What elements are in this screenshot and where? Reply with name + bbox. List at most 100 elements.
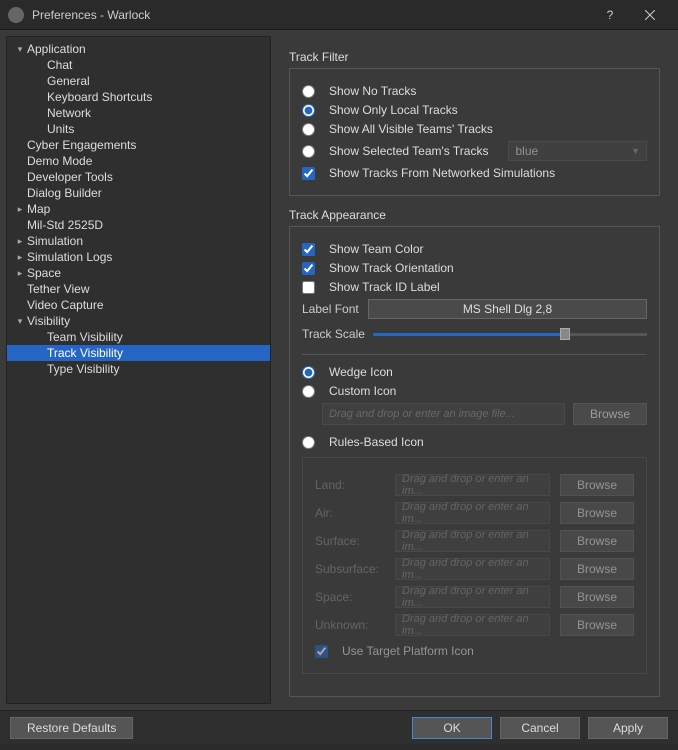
tree-spacer	[13, 298, 27, 312]
tree-item-cyber-engagements[interactable]: Cyber Engagements	[7, 137, 270, 153]
icon-category-row: Space: Drag and drop or enter an im... Bro…	[315, 586, 634, 608]
checkbox-track-orientation[interactable]	[302, 262, 315, 275]
cancel-button[interactable]: Cancel	[500, 717, 580, 739]
track-filter-group: Show No Tracks Show Only Local Tracks Sh…	[289, 68, 660, 196]
category-browse-button[interactable]: Browse	[560, 586, 634, 608]
category-browse-button[interactable]: Browse	[560, 530, 634, 552]
tree-item-map[interactable]: ▸Map	[7, 201, 270, 217]
radio-rules-based-icon[interactable]	[302, 436, 315, 449]
tree-spacer	[13, 138, 27, 152]
tree-spacer	[33, 90, 47, 104]
tree-item-space[interactable]: ▸Space	[7, 265, 270, 281]
team-select[interactable]: blue ▼	[508, 141, 647, 161]
tree-item-label: Mil-Std 2525D	[27, 218, 103, 232]
restore-defaults-button[interactable]: Restore Defaults	[10, 717, 133, 739]
label-custom-icon: Custom Icon	[329, 384, 396, 398]
tree-item-label: Chat	[47, 58, 72, 72]
tree-item-chat[interactable]: Chat	[7, 57, 270, 73]
tree-spacer	[33, 346, 47, 360]
checkbox-track-id-label[interactable]	[302, 281, 315, 294]
category-path-input[interactable]: Drag and drop or enter an im...	[395, 502, 550, 524]
apply-button[interactable]: Apply	[588, 717, 668, 739]
tree-item-label: Type Visibility	[47, 362, 119, 376]
label-wedge-icon: Wedge Icon	[329, 365, 393, 379]
tree-item-track-visibility[interactable]: Track Visibility	[7, 345, 270, 361]
category-label: Land:	[315, 478, 385, 492]
chevron-right-icon[interactable]: ▸	[13, 234, 27, 248]
tree-item-type-visibility[interactable]: Type Visibility	[7, 361, 270, 377]
tree-item-label: Simulation	[27, 234, 83, 248]
tree-spacer	[33, 330, 47, 344]
tree-item-visibility[interactable]: ▾Visibility	[7, 313, 270, 329]
track-scale-slider[interactable]	[373, 324, 647, 344]
chevron-right-icon[interactable]: ▸	[13, 266, 27, 280]
tree-item-video-capture[interactable]: Video Capture	[7, 297, 270, 313]
icon-category-row: Unknown:Drag and drop or enter an im...B…	[315, 614, 634, 636]
chevron-right-icon[interactable]: ▸	[13, 250, 27, 264]
tree-item-label: General	[47, 74, 90, 88]
custom-icon-browse-button[interactable]: Browse	[573, 403, 647, 425]
tree-item-mil-std-2525d[interactable]: Mil-Std 2525D	[7, 217, 270, 233]
category-path-input[interactable]: Drag and drop or enter an im...	[395, 474, 550, 496]
tree-spacer	[33, 106, 47, 120]
category-browse-button[interactable]: Browse	[560, 502, 634, 524]
checkbox-team-color[interactable]	[302, 243, 315, 256]
tree-item-tether-view[interactable]: Tether View	[7, 281, 270, 297]
help-button[interactable]: ?	[590, 0, 630, 30]
radio-show-selected-team[interactable]	[302, 145, 315, 158]
label-networked-sim: Show Tracks From Networked Simulations	[329, 166, 555, 180]
tree-item-simulation[interactable]: ▸Simulation	[7, 233, 270, 249]
radio-show-visible-teams[interactable]	[302, 123, 315, 136]
radio-custom-icon[interactable]	[302, 385, 315, 398]
category-path-input[interactable]: Drag and drop or enter an im...	[395, 586, 550, 608]
checkbox-target-platform-icon[interactable]	[315, 645, 328, 658]
label-rules-based-icon: Rules-Based Icon	[329, 435, 424, 449]
ok-button[interactable]: OK	[412, 717, 492, 739]
track-scale-label: Track Scale	[302, 327, 365, 341]
chevron-right-icon[interactable]: ▸	[13, 202, 27, 216]
tree-item-units[interactable]: Units	[7, 121, 270, 137]
category-browse-button[interactable]: Browse	[560, 558, 634, 580]
category-path-input[interactable]: Drag and drop or enter an im...	[395, 558, 550, 580]
radio-wedge-icon[interactable]	[302, 366, 315, 379]
tree-item-simulation-logs[interactable]: ▸Simulation Logs	[7, 249, 270, 265]
checkbox-networked-sim[interactable]	[302, 167, 315, 180]
label-show-no-tracks: Show No Tracks	[329, 84, 416, 98]
tree-spacer	[33, 58, 47, 72]
category-label: Air:	[315, 506, 385, 520]
tree-item-keyboard-shortcuts[interactable]: Keyboard Shortcuts	[7, 89, 270, 105]
slider-thumb[interactable]	[560, 328, 570, 340]
tree-item-network[interactable]: Network	[7, 105, 270, 121]
track-appearance-group: Show Team Color Show Track Orientation S…	[289, 226, 660, 697]
tree-spacer	[13, 186, 27, 200]
label-font-button[interactable]: MS Shell Dlg 2,8	[368, 299, 647, 319]
nav-tree[interactable]: ▾ApplicationChatGeneralKeyboard Shortcut…	[6, 36, 271, 704]
close-button[interactable]	[630, 0, 670, 30]
tree-item-demo-mode[interactable]: Demo Mode	[7, 153, 270, 169]
label-show-visible-teams: Show All Visible Teams' Tracks	[329, 122, 493, 136]
tree-item-developer-tools[interactable]: Developer Tools	[7, 169, 270, 185]
tree-spacer	[13, 154, 27, 168]
tree-item-label: Tether View	[27, 282, 89, 296]
icon-category-row: Subsurface:Drag and drop or enter an im.…	[315, 558, 634, 580]
tree-spacer	[13, 170, 27, 184]
category-path-input[interactable]: Drag and drop or enter an im...	[395, 530, 550, 552]
chevron-down-icon[interactable]: ▾	[13, 314, 27, 328]
tree-item-team-visibility[interactable]: Team Visibility	[7, 329, 270, 345]
custom-icon-path-input[interactable]: Drag and drop or enter an image file...	[322, 403, 565, 425]
tree-item-label: Demo Mode	[27, 154, 92, 168]
category-browse-button[interactable]: Browse	[560, 614, 634, 636]
chevron-down-icon[interactable]: ▾	[13, 42, 27, 56]
tree-item-label: Application	[27, 42, 86, 56]
radio-show-no-tracks[interactable]	[302, 85, 315, 98]
category-label: Space:	[315, 590, 385, 604]
category-browse-button[interactable]: Browse	[560, 474, 634, 496]
titlebar: Preferences - Warlock ?	[0, 0, 678, 30]
tree-item-general[interactable]: General	[7, 73, 270, 89]
tree-item-label: Simulation Logs	[27, 250, 112, 264]
radio-show-local-tracks[interactable]	[302, 104, 315, 117]
category-path-input[interactable]: Drag and drop or enter an im...	[395, 614, 550, 636]
app-icon	[8, 7, 24, 23]
tree-item-dialog-builder[interactable]: Dialog Builder	[7, 185, 270, 201]
tree-item-application[interactable]: ▾Application	[7, 41, 270, 57]
